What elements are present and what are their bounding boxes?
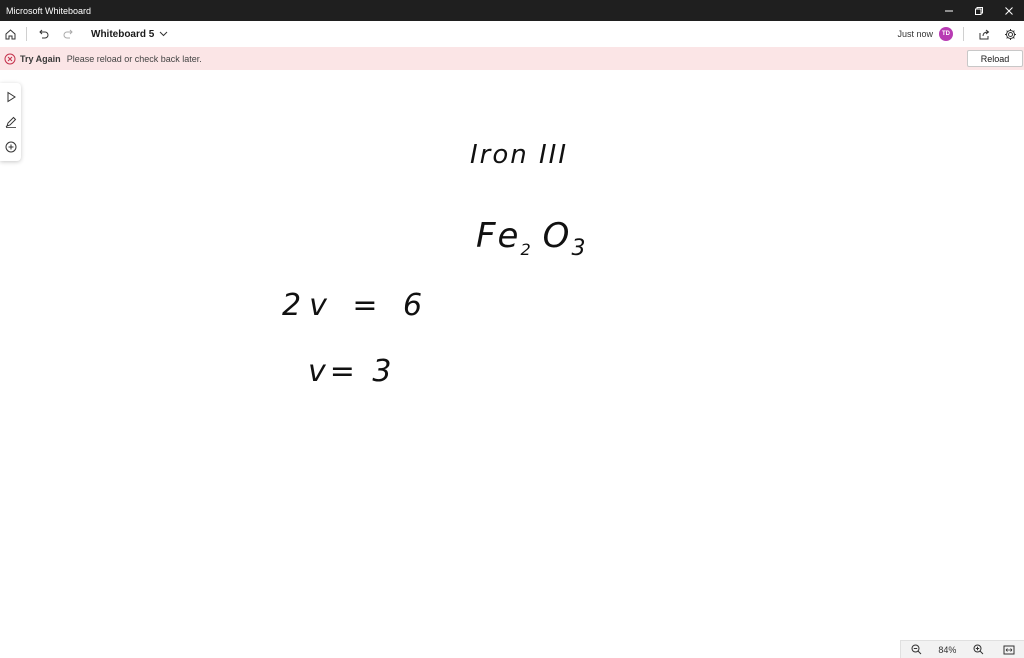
error-banner: Try Again Please reload or check back la… (0, 47, 1024, 70)
ink-text: v= 3 (308, 354, 396, 389)
ink-text-fe: Fe (476, 216, 521, 256)
restore-button[interactable] (964, 0, 994, 21)
fit-to-screen-icon (1003, 645, 1015, 654)
home-icon (5, 28, 15, 39)
reload-button[interactable]: Reload (967, 50, 1023, 67)
ink-subscript: 3 (571, 236, 588, 261)
error-icon (3, 52, 17, 66)
app-title: Microsoft Whiteboard (6, 5, 92, 16)
undo-button[interactable] (33, 24, 53, 44)
redo-button[interactable] (59, 24, 79, 44)
gear-icon (1004, 28, 1016, 40)
close-button[interactable] (994, 0, 1024, 21)
settings-button[interactable] (1000, 24, 1020, 44)
share-icon (979, 29, 989, 39)
minimize-button[interactable] (934, 0, 964, 21)
zoom-in-icon (973, 644, 984, 655)
avatar-initials: TD (942, 31, 950, 37)
chevron-down-icon (159, 31, 168, 37)
fit-to-screen-button[interactable] (1001, 642, 1017, 658)
ink-text-o: O (542, 216, 572, 256)
toolbar-divider (26, 27, 27, 41)
avatar[interactable]: TD (939, 27, 953, 41)
redo-icon (63, 29, 73, 39)
title-bar: Microsoft Whiteboard (0, 0, 1024, 21)
board-name: Whiteboard 5 (91, 28, 155, 40)
ink-iron-iii[interactable]: Iron III (470, 140, 568, 170)
ink-subscript: 2 (520, 240, 533, 259)
undo-icon (39, 29, 49, 39)
minimize-icon (945, 10, 953, 11)
ink-equation-2v[interactable]: 2v = 6 (282, 288, 430, 323)
error-message: Please reload or check back later. (66, 53, 202, 64)
toolbar-divider (963, 27, 964, 41)
ink-equation-v[interactable]: v= 3 (308, 354, 396, 389)
zoom-out-button[interactable] (908, 642, 924, 658)
zoom-out-icon (911, 644, 921, 655)
close-icon (1005, 6, 1013, 15)
ink-text: 2v = 6 (282, 288, 431, 323)
share-button[interactable] (974, 24, 994, 44)
zoom-level: 84% (938, 644, 957, 655)
ink-fe2o3[interactable]: Fe2 O3 (476, 216, 587, 261)
restore-icon (975, 6, 983, 15)
ink-text: Iron III (470, 140, 569, 170)
app-toolbar: Whiteboard 5 Just now TD (0, 21, 1024, 47)
toolbar-right: Just now TD (897, 24, 1024, 44)
home-button[interactable] (0, 24, 20, 44)
zoom-controls: 84% (900, 640, 1024, 658)
error-title: Try Again (20, 53, 61, 64)
save-status: Just now (897, 29, 933, 39)
whiteboard-canvas[interactable]: Iron III Fe2 O3 2v = 6 v= 3 (0, 70, 1024, 640)
zoom-in-button[interactable] (971, 642, 987, 658)
board-name-menu[interactable]: Whiteboard 5 (91, 29, 168, 40)
